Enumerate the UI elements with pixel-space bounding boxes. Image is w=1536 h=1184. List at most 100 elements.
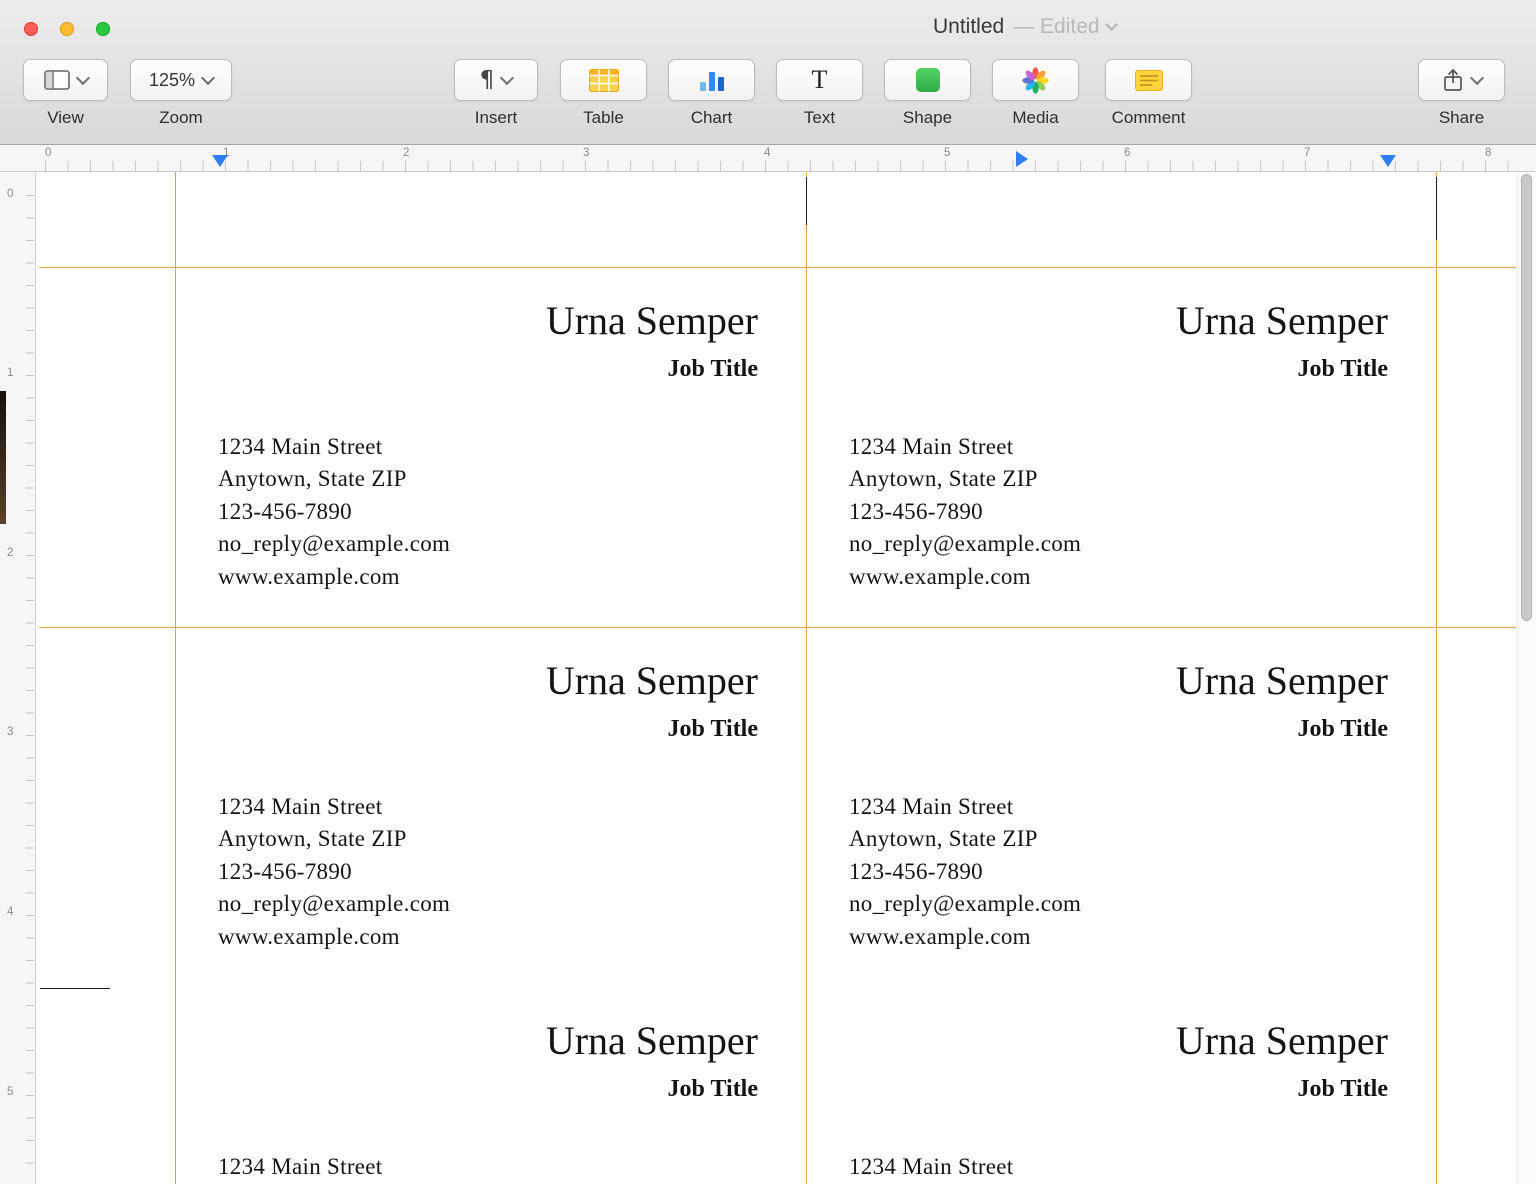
ruler-number: 0 <box>7 188 14 200</box>
card-address-block[interactable]: 1234 Main Street Anytown, State ZIP 123-… <box>849 431 1081 593</box>
chevron-down-icon <box>1104 18 1118 31</box>
address-line[interactable]: www.example.com <box>218 921 450 953</box>
close-button[interactable] <box>24 22 38 36</box>
ruler-number: 4 <box>7 906 14 918</box>
shape-button[interactable] <box>884 59 971 101</box>
indent-marker[interactable] <box>212 155 228 167</box>
text-button[interactable]: T <box>776 59 863 101</box>
address-line[interactable]: 1234 Main Street <box>218 1151 450 1183</box>
address-line[interactable]: Anytown, State ZIP <box>849 463 1081 495</box>
address-line[interactable]: no_reply@example.com <box>218 528 450 560</box>
card-name-text[interactable]: Urna Semper <box>546 657 758 705</box>
card-address-block[interactable]: 1234 Main Street Anytown, State ZIP 123-… <box>849 1151 1081 1184</box>
document-edited-menu[interactable]: — Edited <box>1013 15 1118 39</box>
address-line[interactable]: Anytown, State ZIP <box>218 823 450 855</box>
indent-marker[interactable] <box>1380 155 1396 167</box>
letter-t-icon: T <box>811 65 828 94</box>
horizontal-ruler: 0 1 2 3 4 5 6 7 8 <box>0 145 1536 172</box>
window-panes-icon <box>43 70 70 90</box>
share-label: Share <box>1438 108 1485 127</box>
table-grid-icon <box>588 68 619 92</box>
chevron-down-icon <box>500 70 515 85</box>
bar-chart-icon <box>699 71 724 91</box>
address-line[interactable]: 1234 Main Street <box>849 431 1081 463</box>
business-card: Urna Semper Job Title 1234 Main Street A… <box>175 627 806 987</box>
document-title: Untitled <box>933 15 1005 38</box>
table-button[interactable] <box>560 59 647 101</box>
card-name-text[interactable]: Urna Semper <box>1176 657 1388 705</box>
note-icon <box>1134 69 1163 91</box>
media-button[interactable] <box>992 59 1079 101</box>
crop-mark <box>1436 177 1437 240</box>
comment-button[interactable] <box>1105 59 1192 101</box>
background-artifact <box>0 391 6 524</box>
address-line[interactable]: 1234 Main Street <box>849 791 1081 823</box>
address-line[interactable]: 123-456-7890 <box>218 496 450 528</box>
address-line[interactable]: 123-456-7890 <box>849 856 1081 888</box>
share-button[interactable] <box>1418 59 1505 101</box>
card-address-block[interactable]: 1234 Main Street Anytown, State ZIP 123-… <box>218 1151 450 1184</box>
minimize-button[interactable] <box>60 22 74 36</box>
document-canvas[interactable]: Urna Semper Job Title 1234 Main Street A… <box>37 172 1516 1184</box>
address-line[interactable]: www.example.com <box>218 561 450 593</box>
ruler-number: 2 <box>7 547 14 559</box>
ruler-number: 4 <box>764 147 771 159</box>
window-title: Untitled — Edited <box>933 15 1118 39</box>
address-line[interactable]: 1234 Main Street <box>218 431 450 463</box>
card-jobtitle-text[interactable]: Job Title <box>668 356 758 383</box>
pilcrow-icon: ¶ <box>479 67 495 93</box>
address-line[interactable]: Anytown, State ZIP <box>218 463 450 495</box>
chart-button[interactable] <box>668 59 755 101</box>
ruler-number: 3 <box>7 726 14 738</box>
chevron-down-icon <box>75 70 90 85</box>
business-card: Urna Semper Job Title 1234 Main Street A… <box>806 627 1436 987</box>
layout-guide <box>1436 172 1437 1184</box>
window-header: Untitled — Edited View 125% Zoom ¶ Inser… <box>0 0 1536 145</box>
fullscreen-button[interactable] <box>96 22 110 36</box>
chevron-down-icon <box>1469 70 1484 85</box>
card-address-block[interactable]: 1234 Main Street Anytown, State ZIP 123-… <box>218 431 450 593</box>
zoom-button[interactable]: 125% <box>130 59 232 101</box>
insert-label: Insert <box>474 108 518 127</box>
card-jobtitle-text[interactable]: Job Title <box>668 716 758 743</box>
card-name-text[interactable]: Urna Semper <box>546 1017 758 1065</box>
business-card: Urna Semper Job Title 1234 Main Street A… <box>175 267 806 627</box>
address-line[interactable]: no_reply@example.com <box>218 888 450 920</box>
address-line[interactable]: 1234 Main Street <box>849 1151 1081 1183</box>
ruler-number: 8 <box>1485 147 1492 159</box>
address-line[interactable]: 123-456-7890 <box>218 856 450 888</box>
card-jobtitle-text[interactable]: Job Title <box>1298 356 1388 383</box>
insert-button[interactable]: ¶ <box>454 59 538 101</box>
zoom-value: 125% <box>148 69 196 90</box>
card-address-block[interactable]: 1234 Main Street Anytown, State ZIP 123-… <box>849 791 1081 953</box>
business-card: Urna Semper Job Title 1234 Main Street A… <box>806 267 1436 627</box>
crop-mark <box>40 988 110 989</box>
green-square-icon <box>915 68 940 92</box>
business-card: Urna Semper Job Title 1234 Main Street A… <box>806 987 1436 1184</box>
address-line[interactable]: no_reply@example.com <box>849 888 1081 920</box>
address-line[interactable]: no_reply@example.com <box>849 528 1081 560</box>
card-name-text[interactable]: Urna Semper <box>1176 1017 1388 1065</box>
view-label: View <box>47 108 84 127</box>
zoom-label: Zoom <box>159 108 203 127</box>
address-line[interactable]: www.example.com <box>849 921 1081 953</box>
card-name-text[interactable]: Urna Semper <box>1176 297 1388 345</box>
card-jobtitle-text[interactable]: Job Title <box>1298 1076 1388 1103</box>
scrollbar-thumb[interactable] <box>1521 174 1532 621</box>
card-jobtitle-text[interactable]: Job Title <box>1298 716 1388 743</box>
ruler-number: 5 <box>7 1086 14 1098</box>
card-address-block[interactable]: 1234 Main Street Anytown, State ZIP 123-… <box>218 791 450 953</box>
card-jobtitle-text[interactable]: Job Title <box>668 1076 758 1103</box>
address-line[interactable]: www.example.com <box>849 561 1081 593</box>
address-line[interactable]: 123-456-7890 <box>849 496 1081 528</box>
address-line[interactable]: 1234 Main Street <box>218 791 450 823</box>
shape-label: Shape <box>902 108 953 127</box>
card-name-text[interactable]: Urna Semper <box>546 297 758 345</box>
address-line[interactable]: Anytown, State ZIP <box>849 823 1081 855</box>
tab-marker[interactable] <box>1016 151 1028 167</box>
ruler-number: 0 <box>45 147 52 159</box>
view-button[interactable] <box>23 59 108 101</box>
business-card: Urna Semper Job Title 1234 Main Street A… <box>175 987 806 1184</box>
ruler-number: 2 <box>403 147 410 159</box>
ruler-ticks <box>26 195 34 1184</box>
